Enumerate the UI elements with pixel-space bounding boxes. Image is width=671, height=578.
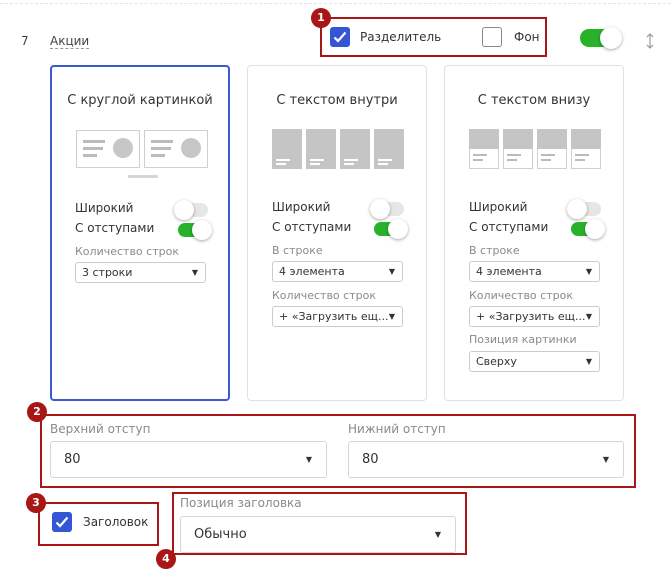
annotation-box-3: [38, 502, 159, 546]
dropdown-arrow-icon: ▼: [585, 267, 592, 276]
wide-toggle[interactable]: [567, 199, 601, 219]
rows-label: Количество строк: [469, 289, 573, 302]
per-row-select[interactable]: 4 элемента ▼: [272, 261, 403, 282]
padding-toggle[interactable]: [178, 220, 212, 240]
image-position-label: Позиция картинки: [469, 333, 577, 346]
rows-select[interactable]: + «Загрузить ещ... ▼: [469, 306, 600, 327]
padding-toggle[interactable]: [571, 219, 605, 239]
layout-card-round-image[interactable]: С круглой картинкой Широкий С отступами …: [50, 65, 230, 401]
wide-label: Широкий: [75, 201, 134, 215]
per-row-select-value: 4 элемента: [476, 265, 542, 278]
rows-select-value: 3 строки: [82, 266, 133, 279]
section-divider-line: [0, 3, 671, 4]
per-row-select-value: 4 элемента: [279, 265, 345, 278]
image-position-select-value: Сверху: [476, 355, 517, 368]
image-position-select[interactable]: Сверху ▼: [469, 351, 600, 372]
dropdown-arrow-icon: ▼: [191, 268, 198, 277]
wide-toggle[interactable]: [370, 199, 404, 219]
annotation-badge-3: 3: [26, 493, 46, 513]
dropdown-arrow-icon: ▼: [388, 312, 395, 321]
rows-select-value: + «Загрузить ещ...: [279, 310, 389, 323]
wide-toggle[interactable]: [174, 200, 208, 220]
padding-label: С отступами: [469, 220, 549, 234]
card-title: С текстом внизу: [477, 93, 591, 108]
dropdown-arrow-icon: ▼: [388, 267, 395, 276]
rows-label: Количество строк: [272, 289, 376, 302]
rows-select[interactable]: 3 строки ▼: [75, 262, 206, 283]
dropdown-arrow-icon: ▼: [585, 312, 592, 321]
layout-card-text-below[interactable]: С текстом внизу Широкий С отступами В ст…: [444, 65, 624, 401]
per-row-label: В строке: [272, 244, 323, 257]
rows-select[interactable]: + «Загрузить ещ... ▼: [272, 306, 403, 327]
annotation-box-2: [40, 414, 636, 488]
wide-label: Широкий: [272, 200, 331, 214]
card-title: С текстом внутри: [276, 93, 398, 108]
padding-label: С отступами: [75, 221, 155, 235]
annotation-badge-4: 4: [156, 549, 176, 569]
per-row-label: В строке: [469, 244, 520, 257]
rows-select-value: + «Загрузить ещ...: [476, 310, 586, 323]
wide-label: Широкий: [469, 200, 528, 214]
layout-card-text-inside[interactable]: С текстом внутри Широкий С отступами В с…: [247, 65, 427, 401]
row-title-link[interactable]: Акции: [50, 34, 90, 49]
annotation-badge-1: 1: [311, 8, 331, 28]
rows-label: Количество строк: [75, 245, 179, 258]
section-enabled-toggle[interactable]: [580, 27, 622, 49]
dropdown-arrow-icon: ▼: [585, 357, 592, 366]
padding-toggle[interactable]: [374, 219, 408, 239]
card-title: С круглой картинкой: [67, 93, 213, 108]
annotation-box-4: [172, 492, 467, 555]
padding-label: С отступами: [272, 220, 352, 234]
drag-handle-icon[interactable]: [646, 33, 654, 53]
per-row-select[interactable]: 4 элемента ▼: [469, 261, 600, 282]
annotation-badge-2: 2: [27, 402, 47, 422]
annotation-box-1: [320, 17, 547, 57]
row-number: 7: [21, 34, 29, 48]
